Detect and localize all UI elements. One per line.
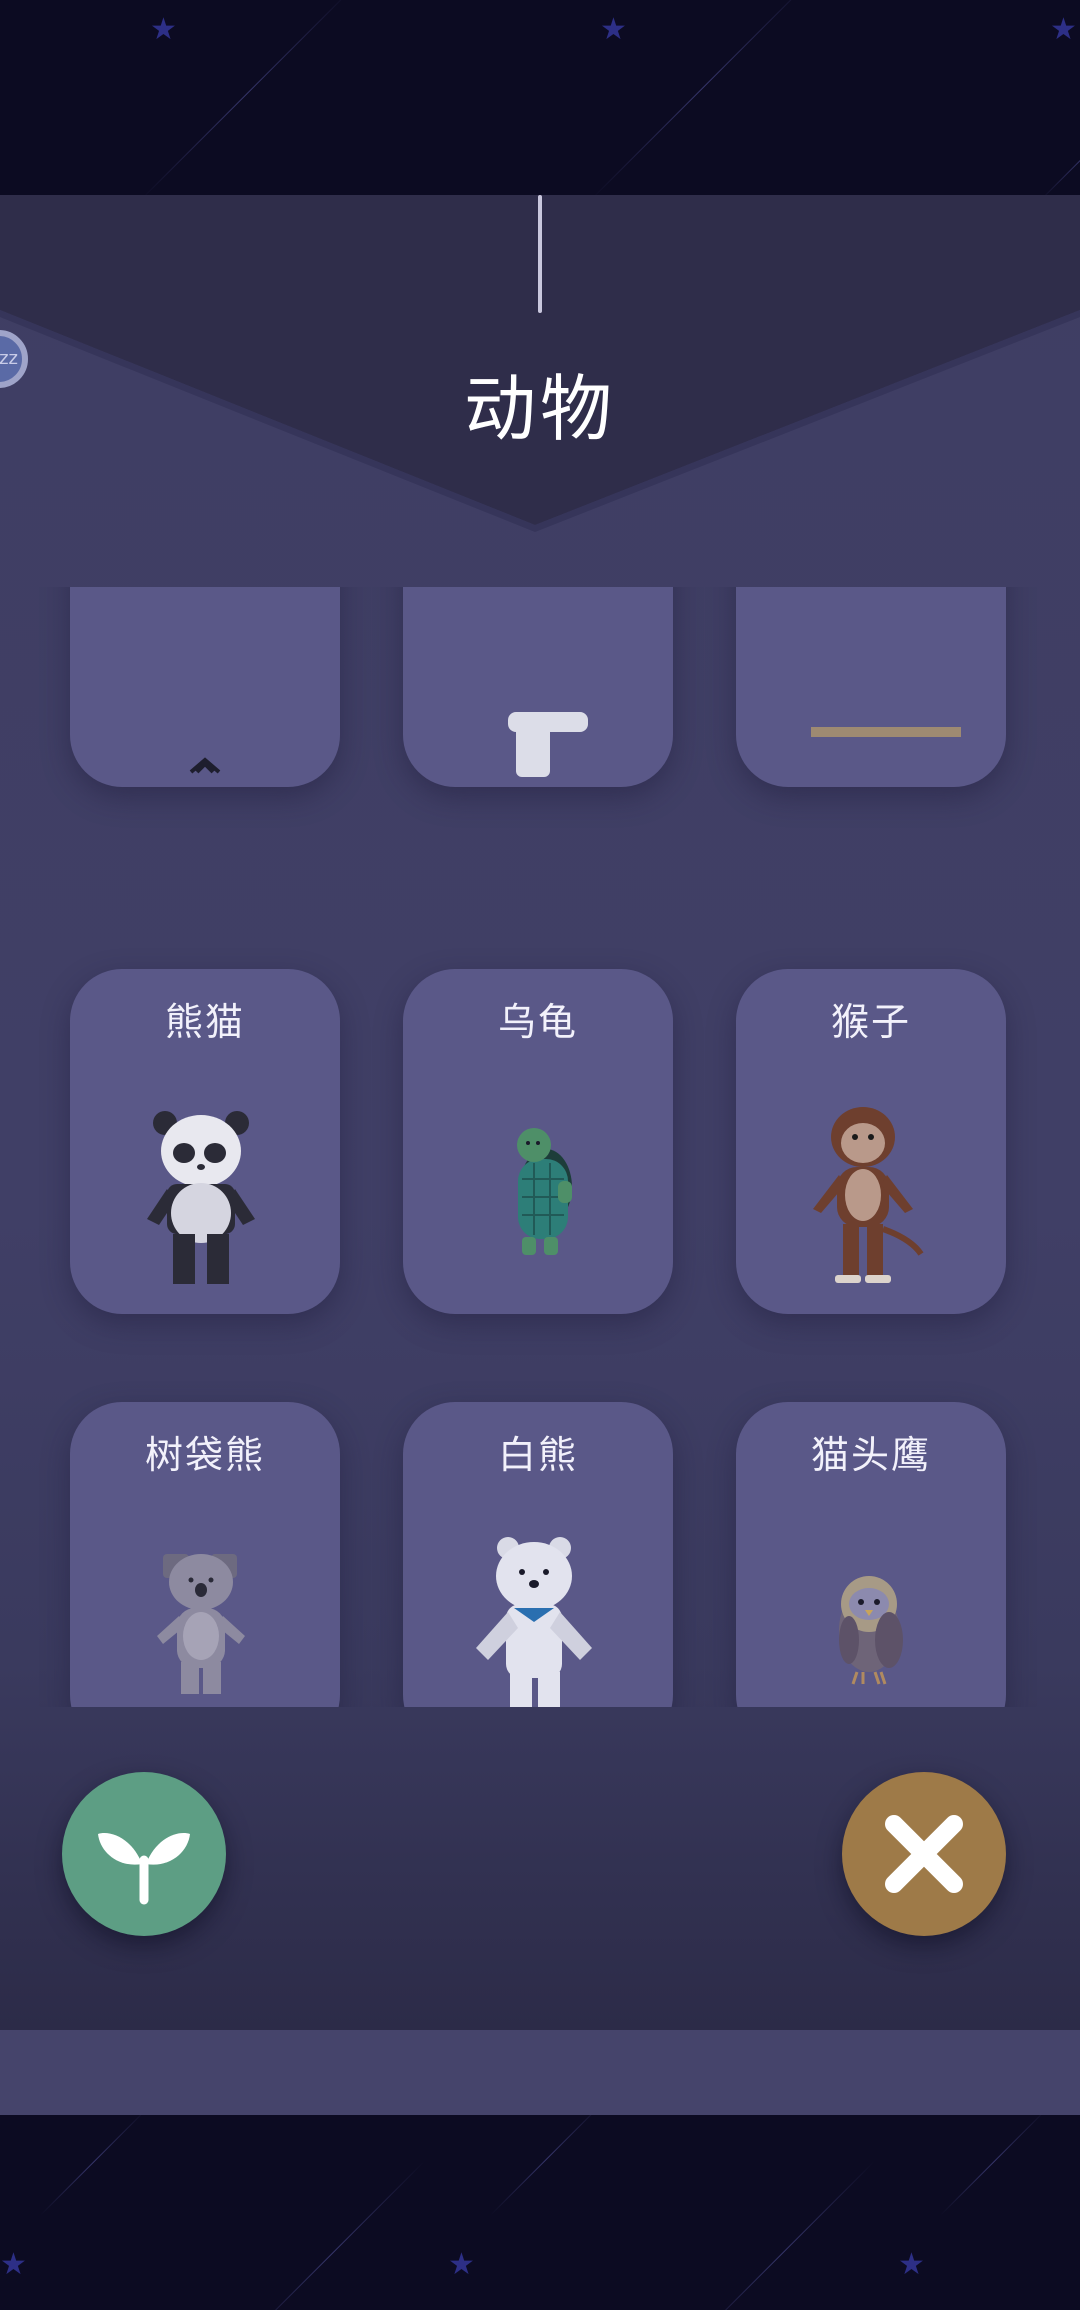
star-icon: ★ bbox=[150, 12, 177, 47]
panel-footer-strip bbox=[0, 2030, 1080, 2115]
shooting-star-streak bbox=[940, 2115, 1047, 2216]
koala-icon bbox=[157, 1554, 245, 1694]
star-icon: ★ bbox=[448, 2247, 475, 2282]
polar-bear-icon bbox=[476, 1537, 592, 1707]
animal-label: 乌龟 bbox=[497, 1000, 578, 1044]
animal-partial-icon bbox=[508, 712, 588, 777]
animal-partial-icon bbox=[189, 757, 221, 774]
owl-icon bbox=[839, 1576, 903, 1685]
turtle-icon bbox=[517, 1128, 572, 1255]
animal-card-koala[interactable]: 树袋熊 bbox=[70, 1402, 340, 1707]
sleep-icon: zz bbox=[0, 348, 18, 369]
plant-button[interactable] bbox=[62, 1772, 226, 1936]
sky-bottom: ★ ★ ★ bbox=[0, 2115, 1080, 2310]
animal-label: 白熊 bbox=[497, 1433, 578, 1477]
close-button[interactable] bbox=[842, 1772, 1006, 1936]
close-icon bbox=[885, 1815, 963, 1893]
star-icon: ★ bbox=[600, 12, 627, 47]
shooting-star-streak bbox=[690, 2161, 875, 2310]
star-icon: ★ bbox=[0, 2247, 27, 2282]
animal-card-partial[interactable] bbox=[403, 587, 673, 787]
animal-card-turtle[interactable]: 乌龟 bbox=[403, 969, 673, 1314]
animal-card-monkey[interactable]: 猴子 bbox=[736, 969, 1006, 1314]
sky-top: ★ ★ ★ bbox=[0, 0, 1080, 195]
shooting-star-streak bbox=[1040, 115, 1080, 195]
shooting-star-streak bbox=[490, 2115, 604, 2216]
animal-label: 猫头鹰 bbox=[810, 1433, 931, 1477]
animal-card-panda[interactable]: 熊猫 bbox=[70, 969, 340, 1314]
animal-card-owl[interactable]: 猫头鹰 bbox=[736, 1402, 1006, 1707]
banner-hanging-line bbox=[538, 195, 542, 313]
animal-picker-panel: 动物 zz 熊猫 乌龟 猴子 树袋熊 白熊 猫头鹰 bbox=[0, 195, 1080, 2030]
sprout-icon bbox=[98, 1833, 190, 1905]
animal-card-partial[interactable] bbox=[70, 587, 340, 787]
animal-grid: 熊猫 乌龟 猴子 树袋熊 白熊 猫头鹰 bbox=[0, 587, 1080, 1707]
animal-card-polar-bear[interactable]: 白熊 bbox=[403, 1402, 673, 1707]
animal-label: 树袋熊 bbox=[144, 1433, 265, 1477]
star-icon: ★ bbox=[898, 2247, 925, 2282]
star-icon: ★ bbox=[1050, 12, 1077, 47]
animal-label: 熊猫 bbox=[164, 1000, 245, 1044]
page-title: 动物 bbox=[463, 367, 616, 451]
animal-partial-icon bbox=[811, 727, 961, 737]
animal-card-partial[interactable] bbox=[736, 587, 1006, 787]
monkey-icon bbox=[813, 1107, 924, 1283]
shooting-star-streak bbox=[40, 2115, 147, 2216]
shooting-star-streak bbox=[240, 2161, 425, 2310]
panda-icon bbox=[147, 1111, 255, 1284]
animal-label: 猴子 bbox=[830, 1000, 911, 1044]
